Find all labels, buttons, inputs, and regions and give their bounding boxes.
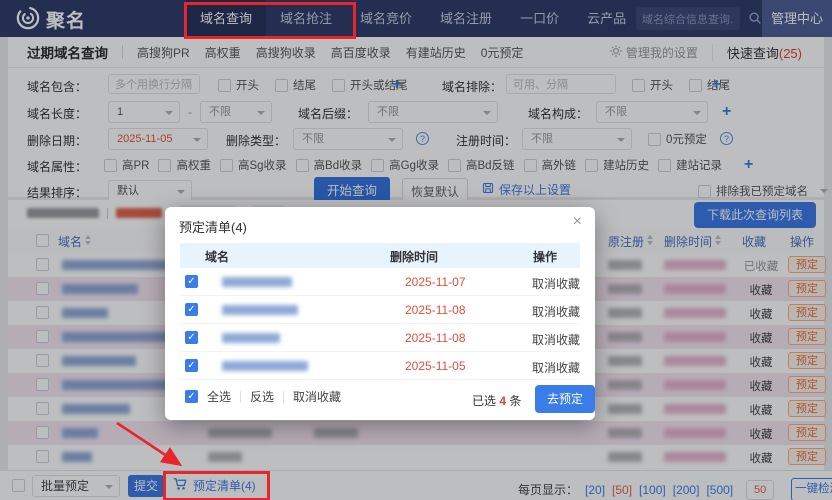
modal-footer: ✓ 全选 反选 取消收藏 已选 4 条 去预定	[180, 384, 580, 414]
modal-rows: ✓ 2025-11-07 取消收藏 ✓ 2025-11-08 取消收藏 ✓ 2025-11-0…	[180, 268, 580, 380]
select-all-label[interactable]: 全选	[207, 388, 231, 405]
domain-redacted	[222, 277, 292, 287]
juming-expired-domain-page: 聚名 域名查询域名抢注域名竞价域名注册一口价云产品探索/发现 域名综合信息查询.…	[0, 0, 832, 500]
modal-row: ✓ 2025-11-08 取消收藏	[180, 324, 580, 352]
modal-row: ✓ 2025-11-07 取消收藏	[180, 268, 580, 296]
domain-redacted	[222, 305, 298, 315]
select-all-checkbox[interactable]: ✓	[185, 390, 198, 403]
delete-time: 2025-11-05	[405, 359, 466, 373]
delete-time: 2025-11-08	[405, 331, 466, 345]
modal-row: ✓ 2025-11-08 取消收藏	[180, 296, 580, 324]
divider	[283, 391, 284, 403]
cancel-favorite-link[interactable]: 取消收藏	[532, 275, 580, 292]
selected-count: 已选 4 条	[472, 392, 521, 409]
domain-redacted	[222, 333, 280, 343]
modal-table-header: 域名 删除时间 操作	[180, 243, 580, 268]
invert-select-label[interactable]: 反选	[250, 388, 274, 405]
modal-col-domain: 域名	[205, 248, 229, 265]
row-checkbox[interactable]: ✓	[185, 359, 198, 372]
cancel-favorite-link[interactable]: 取消收藏	[532, 303, 580, 320]
row-checkbox[interactable]: ✓	[185, 275, 198, 288]
modal-title: 预定清单(4)	[179, 217, 247, 236]
delete-time: 2025-11-08	[405, 303, 466, 317]
modal-row: ✓ 2025-11-05 取消收藏	[180, 352, 580, 380]
modal-col-action: 操作	[533, 248, 557, 265]
close-icon[interactable]: ×	[573, 214, 582, 230]
cancel-favorite-link[interactable]: 取消收藏	[532, 359, 580, 376]
row-checkbox[interactable]: ✓	[185, 303, 198, 316]
go-reserve-button[interactable]: 去预定	[535, 385, 595, 413]
delete-time: 2025-11-07	[405, 275, 466, 289]
reserve-list-modal: 预定清单(4) × 域名 删除时间 操作 ✓ 2025-11-07 取消收藏 ✓ 202…	[165, 207, 595, 420]
row-checkbox[interactable]: ✓	[185, 331, 198, 344]
divider	[240, 391, 241, 403]
domain-redacted	[222, 361, 308, 371]
cancel-favorite-link[interactable]: 取消收藏	[532, 331, 580, 348]
cancel-favorite-label[interactable]: 取消收藏	[293, 388, 341, 405]
modal-col-delete-time: 删除时间	[390, 248, 438, 265]
